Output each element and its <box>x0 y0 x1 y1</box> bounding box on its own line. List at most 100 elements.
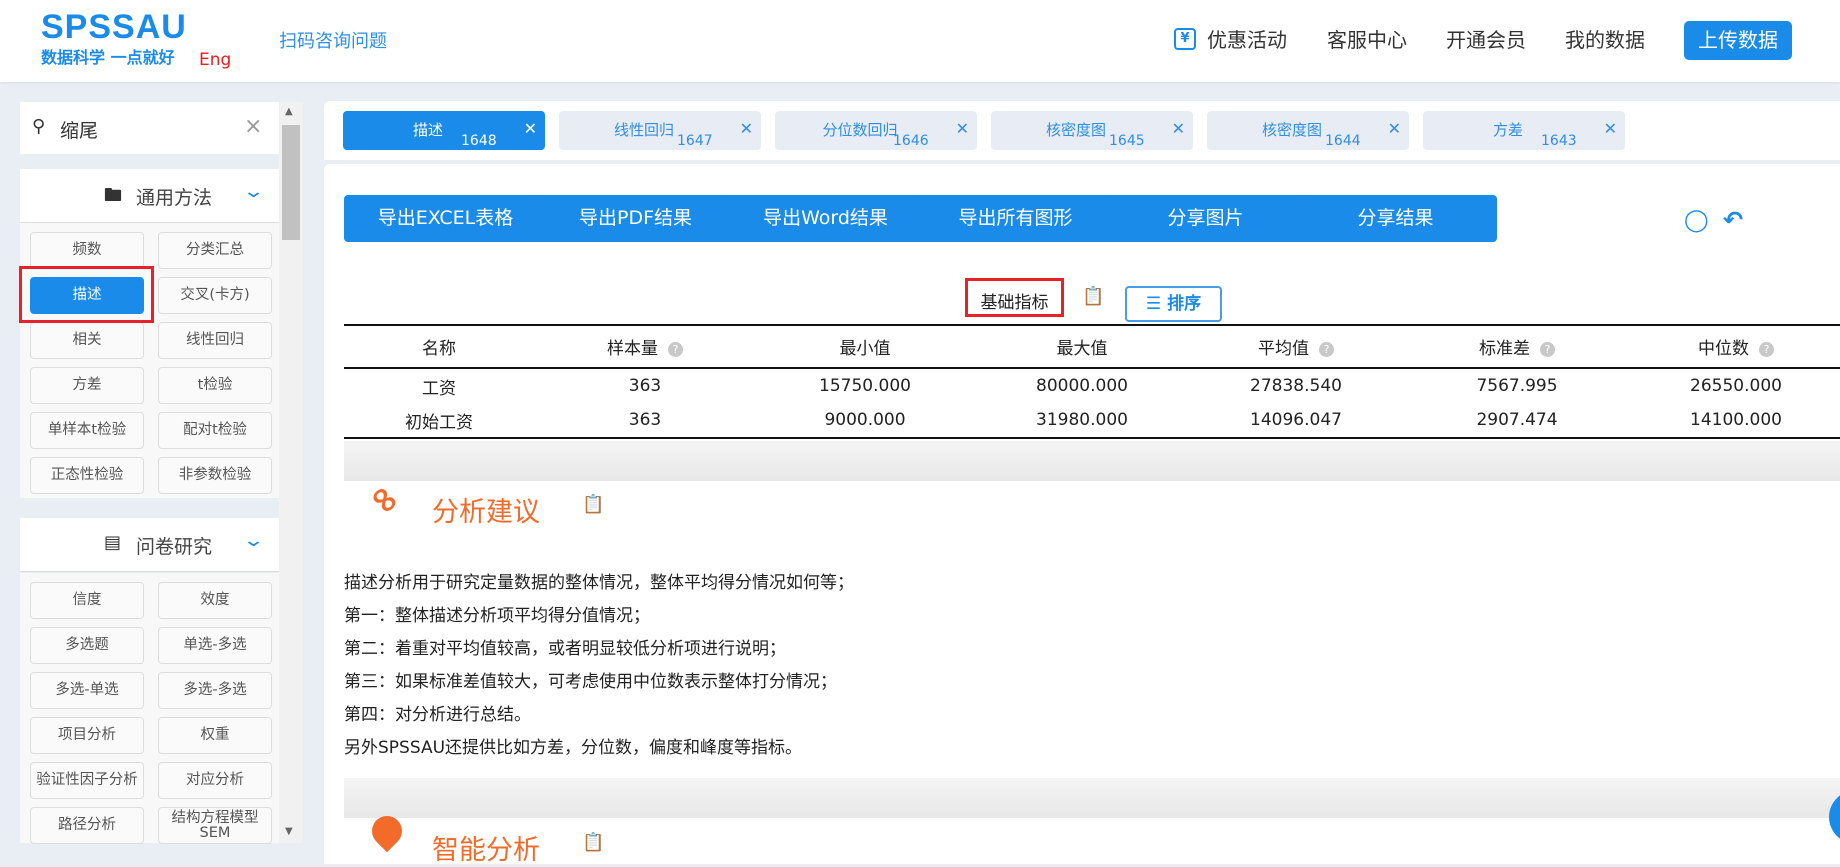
tab-id: 1645 <box>1109 133 1145 149</box>
method-button[interactable]: 单选-多选 <box>158 627 272 664</box>
sort-label: 排序 <box>1167 294 1202 314</box>
close-icon[interactable]: ✕ <box>1388 119 1401 138</box>
close-icon[interactable]: ✕ <box>1604 119 1617 138</box>
scroll-up-icon[interactable]: ▲ <box>285 106 293 117</box>
table-cell: 363 <box>628 410 662 430</box>
table-cell: 80000.000 <box>1036 376 1128 396</box>
nav-promotions[interactable]: 优惠活动 <box>1207 24 1287 53</box>
nav-membership[interactable]: 开通会员 <box>1446 24 1526 53</box>
method-search: ⚲ 缩尾 × <box>20 102 279 154</box>
table-cell: 15750.000 <box>819 376 911 396</box>
method-button[interactable]: 对应分析 <box>158 762 272 799</box>
method-button[interactable]: 非参数检验 <box>158 457 272 494</box>
upload-data-button[interactable]: 上传数据 <box>1684 21 1792 60</box>
method-button[interactable]: 多选题 <box>30 627 144 664</box>
undo-icon[interactable]: ↶ <box>1723 206 1743 234</box>
section-general-methods[interactable]: 🖿 通用方法 ⌄ <box>20 169 279 223</box>
table-cell: 2907.474 <box>1476 410 1558 430</box>
method-button[interactable]: 验证性因子分析 <box>30 762 144 799</box>
sort-button[interactable]: ☰ 排序 <box>1125 286 1222 322</box>
method-button[interactable]: 效度 <box>158 582 272 619</box>
nav-service-center[interactable]: 客服中心 <box>1327 24 1407 53</box>
language-switch[interactable]: Eng <box>199 50 231 70</box>
tab-id: 1646 <box>893 133 929 149</box>
section-title: 问卷研究 <box>136 536 213 558</box>
table-cell: 14100.000 <box>1690 410 1782 430</box>
column-header: 样本量? <box>534 325 756 368</box>
tab-1646[interactable]: 分位数回归 1646 ✕ <box>775 111 977 150</box>
export-button-5[interactable]: 分享结果 <box>1294 195 1497 242</box>
top-header: SPSSAU 数据科学 一点就好 Eng 扫码咨询问题 ¥ 优惠活动 客服中心 … <box>0 0 1840 82</box>
chevron-down-icon[interactable]: ⌄ <box>242 530 265 551</box>
header-label: 标准差 <box>1479 339 1530 359</box>
method-button[interactable]: 配对t检验 <box>158 412 272 449</box>
highlight-box <box>19 266 154 323</box>
logo[interactable]: SPSSAU <box>41 8 187 47</box>
chevron-down-icon[interactable]: ⌄ <box>242 181 265 202</box>
tab-id: 1644 <box>1325 133 1361 149</box>
tab-id: 1647 <box>677 133 713 149</box>
help-icon[interactable]: ? <box>1319 341 1334 357</box>
method-button[interactable]: 单样本t检验 <box>30 412 144 449</box>
method-button[interactable]: t检验 <box>158 367 272 404</box>
advice-line: 第二：着重对平均值较高，或者明显较低分析项进行说明； <box>344 639 786 659</box>
method-button[interactable]: 多选-多选 <box>158 672 272 709</box>
method-button[interactable]: 结构方程模型SEM <box>158 807 272 844</box>
method-button[interactable]: 交叉(卡方) <box>158 277 272 314</box>
method-button[interactable]: 相关 <box>30 322 144 359</box>
column-header: 平均值? <box>1190 325 1402 368</box>
scroll-down-icon[interactable]: ▼ <box>285 826 293 837</box>
tab-1643[interactable]: 方差 1643 ✕ <box>1423 111 1625 150</box>
help-icon[interactable]: ? <box>668 341 683 357</box>
section-divider <box>344 778 1840 818</box>
tab-1645[interactable]: 核密度图 1645 ✕ <box>991 111 1193 150</box>
copy-icon[interactable]: 📋 <box>582 494 604 515</box>
document-icon: ▤ <box>104 532 122 553</box>
general-methods-list: 频数 分类汇总 描述 交叉(卡方) 相关 线性回归 方差 t检验 单样本t检验 配对t检验 正态性检… <box>20 223 279 498</box>
advice-line: 第三：如果标准差值较大，可考虑使用中位数表示整体打分情况； <box>344 672 837 692</box>
close-icon[interactable]: ✕ <box>1172 119 1185 138</box>
tab-1647[interactable]: 线性回归 1647 ✕ <box>559 111 761 150</box>
tab-id: 1643 <box>1541 133 1577 149</box>
folder-icon: 🖿 <box>104 185 122 206</box>
section-divider <box>344 441 1840 481</box>
copy-icon[interactable]: 📋 <box>1082 286 1104 307</box>
help-icon[interactable]: ? <box>1759 341 1774 357</box>
table-cell: 31980.000 <box>1036 410 1128 430</box>
method-button[interactable]: 分类汇总 <box>158 232 272 269</box>
close-icon[interactable]: ✕ <box>740 119 753 138</box>
lightbulb-icon[interactable]: ◯ <box>1684 208 1709 233</box>
close-icon[interactable]: ✕ <box>524 119 537 138</box>
section-title: 通用方法 <box>136 187 213 209</box>
scan-consult-link[interactable]: 扫码咨询问题 <box>279 27 387 53</box>
coupon-icon: ¥ <box>1174 28 1196 50</box>
tab-1648[interactable]: 描述 1648 ✕ <box>343 111 545 150</box>
export-button-0[interactable]: 导出EXCEL表格 <box>344 195 547 242</box>
search-icon: ⚲ <box>32 116 46 137</box>
export-button-1[interactable]: 导出PDF结果 <box>534 195 737 242</box>
section-questionnaire[interactable]: ▤ 问卷研究 ⌄ <box>20 518 279 572</box>
export-button-4[interactable]: 分享图片 <box>1104 195 1307 242</box>
column-header: 标准差? <box>1402 325 1632 368</box>
method-button[interactable]: 频数 <box>30 232 144 269</box>
export-button-3[interactable]: 导出所有图形 <box>914 195 1117 242</box>
copy-icon[interactable]: 📋 <box>582 832 604 853</box>
export-button-2[interactable]: 导出Word结果 <box>724 195 927 242</box>
method-button[interactable]: 信度 <box>30 582 144 619</box>
tab-1644[interactable]: 核密度图 1644 ✕ <box>1207 111 1409 150</box>
method-button[interactable]: 正态性检验 <box>30 457 144 494</box>
method-button[interactable]: 多选-单选 <box>30 672 144 709</box>
method-button[interactable]: 路径分析 <box>30 807 144 844</box>
method-button[interactable]: 方差 <box>30 367 144 404</box>
nav-my-data[interactable]: 我的数据 <box>1565 24 1645 53</box>
method-button[interactable]: 线性回归 <box>158 322 272 359</box>
close-icon[interactable]: ✕ <box>956 119 969 138</box>
tab-id: 1648 <box>461 133 497 149</box>
help-icon[interactable]: ? <box>1540 341 1555 357</box>
search-input[interactable]: 缩尾 <box>60 116 98 143</box>
scrollbar-thumb[interactable] <box>282 125 300 240</box>
method-button[interactable]: 权重 <box>158 717 272 754</box>
method-button[interactable]: 项目分析 <box>30 717 144 754</box>
clear-icon[interactable]: × <box>244 114 262 139</box>
header-label: 最小值 <box>839 339 891 359</box>
